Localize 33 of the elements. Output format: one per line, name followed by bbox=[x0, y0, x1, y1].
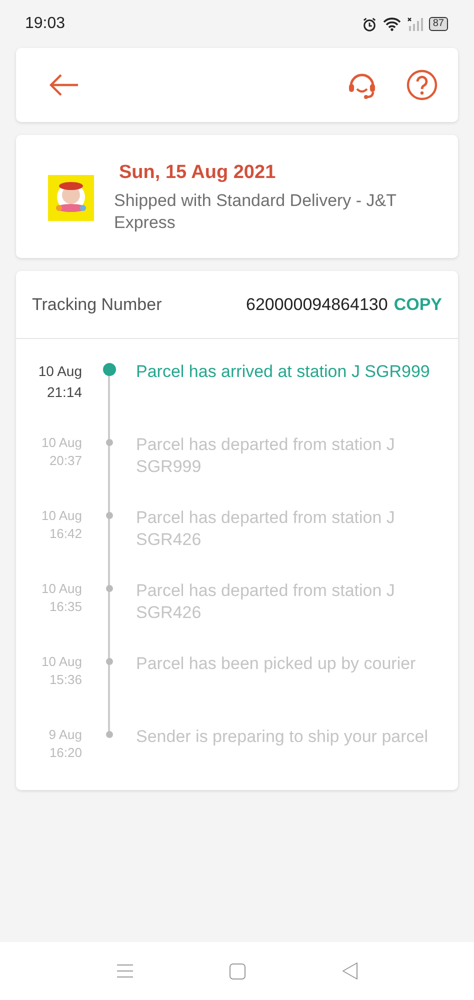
help-icon[interactable] bbox=[406, 69, 438, 101]
tracking-label: Tracking Number bbox=[32, 294, 162, 314]
signal-icon bbox=[406, 17, 423, 31]
event-time: 15:36 bbox=[49, 671, 82, 689]
event-date: 10 Aug bbox=[42, 507, 82, 525]
event-description: Sender is preparing to ship your parcel bbox=[136, 726, 429, 748]
event-date: 9 Aug bbox=[48, 726, 82, 744]
event-date: 10 Aug bbox=[42, 653, 82, 671]
wifi-icon bbox=[382, 17, 401, 31]
event-time: 16:20 bbox=[49, 744, 82, 762]
home-square-icon[interactable] bbox=[228, 962, 246, 980]
event-date: 10 Aug bbox=[42, 580, 82, 598]
event-description: Parcel has departed from station J SGR426 bbox=[136, 580, 396, 624]
back-triangle-icon[interactable] bbox=[342, 962, 358, 980]
event-time: 16:42 bbox=[49, 525, 82, 543]
event-time: 16:35 bbox=[49, 598, 82, 616]
menu-icon[interactable] bbox=[116, 964, 132, 978]
event-date: 10 Aug bbox=[38, 362, 82, 381]
tracking-number: 620000094864130 bbox=[246, 294, 388, 314]
alarm-clock-icon bbox=[362, 16, 377, 32]
event-description: Parcel has departed from station J SGR999 bbox=[136, 434, 396, 478]
event-description: Parcel has departed from station J SGR426 bbox=[136, 507, 396, 551]
event-description: Parcel has arrived at station J SGR999 bbox=[136, 361, 431, 383]
shipping-info: Shipped with Standard Delivery - J&T Express bbox=[114, 190, 398, 234]
copy-button[interactable]: COPY bbox=[394, 294, 442, 314]
event-time: 20:37 bbox=[49, 452, 82, 470]
back-button[interactable] bbox=[48, 73, 80, 97]
event-description: Parcel has been picked up by courier bbox=[136, 653, 417, 675]
battery-indicator: 87 bbox=[428, 17, 448, 31]
event-date: 10 Aug bbox=[42, 434, 82, 452]
status-time: 19:03 bbox=[25, 15, 66, 33]
event-time: 21:14 bbox=[46, 383, 82, 402]
delivery-date: Sun, 15 Aug 2021 bbox=[119, 162, 277, 184]
